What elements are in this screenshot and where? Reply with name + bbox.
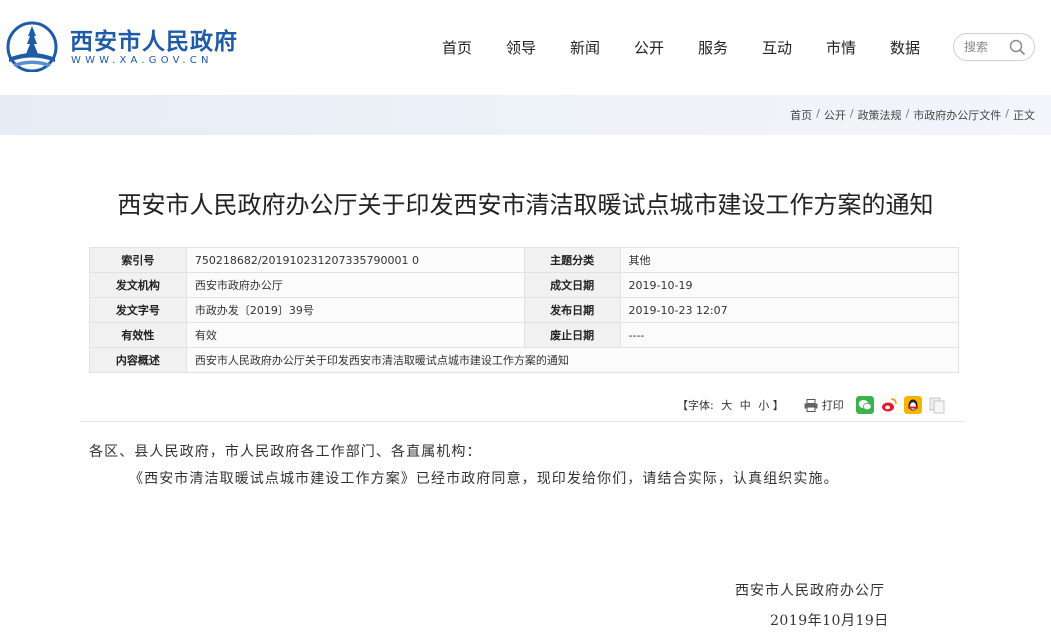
meta-label: 内容概述 (89, 347, 187, 373)
search-box (953, 33, 1035, 61)
city-emblem-icon[interactable] (3, 20, 61, 72)
search-input[interactable] (964, 38, 1009, 56)
table-row: 索引号 750218682/201910231207335790001 0 主题… (89, 247, 960, 273)
site-header: 西安市人民政府 WWW.XA.GOV.CN 首页 领导 新闻 公开 服务 互动 … (0, 0, 1051, 95)
meta-issuer-value: 西安市政府办公厅 (185, 272, 525, 298)
meta-label: 发布日期 (523, 297, 621, 323)
meta-label: 废止日期 (523, 322, 621, 348)
meta-docno-value: 市政办发〔2019〕39号 (185, 297, 525, 323)
meta-label: 发文机构 (89, 272, 187, 298)
meta-label: 有效性 (89, 322, 187, 348)
meta-label: 索引号 (89, 247, 187, 273)
document-meta-table: 索引号 750218682/201910231207335790001 0 主题… (89, 247, 960, 373)
breadcrumb-public[interactable]: 公开 (824, 107, 846, 123)
font-size-prefix: 【字体: (677, 399, 714, 412)
breadcrumb-home[interactable]: 首页 (790, 107, 812, 123)
wechat-share-icon[interactable] (855, 396, 874, 414)
print-button[interactable]: 打印 (822, 397, 844, 413)
meta-topic-value: 其他 (619, 247, 960, 273)
signature: 西安市人民政府办公厅 (735, 583, 885, 599)
meta-label: 发文字号 (89, 297, 187, 323)
site-url: WWW.XA.GOV.CN (71, 55, 213, 66)
breadcrumb-separator: / (816, 107, 820, 120)
table-row: 有效性 有效 废止日期 ---- (89, 322, 960, 348)
nav-item-news[interactable]: 新闻 (553, 36, 617, 60)
table-row: 内容概述 西安市人民政府办公厅关于印发西安市清洁取暖试点城市建设工作方案的通知 (89, 347, 960, 373)
nav-item-leaders[interactable]: 领导 (489, 36, 553, 60)
page-title: 西安市人民政府办公厅关于印发西安市清洁取暖试点城市建设工作方案的通知 (117, 191, 934, 219)
qzone-share-icon[interactable] (903, 396, 922, 414)
breadcrumb-policy[interactable]: 政策法规 (858, 107, 902, 123)
font-size-medium[interactable]: 中 (740, 399, 751, 412)
breadcrumb-separator: / (905, 107, 910, 120)
site-name[interactable]: 西安市人民政府 (70, 22, 238, 56)
font-size-large[interactable]: 大 (721, 399, 732, 412)
meta-published-value: 2019-10-23 12:07 (619, 297, 960, 323)
meta-label: 主题分类 (523, 247, 621, 273)
article-tools: 【字体: 大 中 小 】 打印 (677, 396, 946, 414)
breadcrumb-current: 正文 (1013, 109, 1035, 122)
nav-item-public[interactable]: 公开 (617, 36, 681, 60)
breadcrumb-office-docs[interactable]: 市政府办公厅文件 (913, 107, 1001, 123)
print-icon[interactable] (804, 398, 818, 412)
breadcrumb-bar: 首页 / 公开 / 政策法规 / 市政府办公厅文件 / 正文 (0, 95, 1051, 135)
main-nav: 首页 领导 新闻 公开 服务 互动 市情 数据 (425, 36, 937, 60)
meta-index-value: 750218682/201910231207335790001 0 (185, 247, 525, 273)
font-size-suffix: 】 (772, 399, 784, 412)
nav-item-interaction[interactable]: 互动 (745, 36, 809, 60)
font-size-small[interactable]: 小 (758, 399, 769, 412)
copy-link-icon[interactable] (928, 396, 946, 414)
breadcrumb-separator: / (1005, 107, 1009, 120)
content-divider (80, 421, 965, 422)
weibo-share-icon[interactable] (879, 396, 898, 414)
article-paragraph: 《西安市清洁取暖试点城市建设工作方案》已经市政府同意，现印发给你们，请结合实际，… (129, 471, 839, 487)
nav-item-services[interactable]: 服务 (681, 36, 745, 60)
breadcrumb-separator: / (849, 107, 854, 120)
table-row: 发文机构 西安市政府办公厅 成文日期 2019-10-19 (89, 272, 960, 298)
signature-date: 2019年10月19日 (770, 613, 889, 629)
meta-valid-value: 有效 (185, 322, 525, 348)
meta-created-value: 2019-10-19 (619, 272, 960, 298)
meta-summary-value: 西安市人民政府办公厅关于印发西安市清洁取暖试点城市建设工作方案的通知 (185, 347, 960, 373)
meta-abolish-value: ---- (619, 322, 960, 348)
breadcrumb: 首页 / 公开 / 政策法规 / 市政府办公厅文件 / 正文 (790, 107, 1035, 123)
nav-item-city-info[interactable]: 市情 (809, 36, 873, 60)
nav-item-data[interactable]: 数据 (873, 36, 937, 60)
salutation: 各区、县人民政府，市人民政府各工作部门、各直属机构： (89, 444, 482, 460)
meta-label: 成文日期 (523, 272, 621, 298)
nav-item-home[interactable]: 首页 (425, 36, 489, 60)
font-size-switcher: 【字体: 大 中 小 】 (677, 397, 784, 413)
search-icon[interactable] (1009, 39, 1026, 56)
table-row: 发文字号 市政办发〔2019〕39号 发布日期 2019-10-23 12:07 (89, 297, 960, 323)
